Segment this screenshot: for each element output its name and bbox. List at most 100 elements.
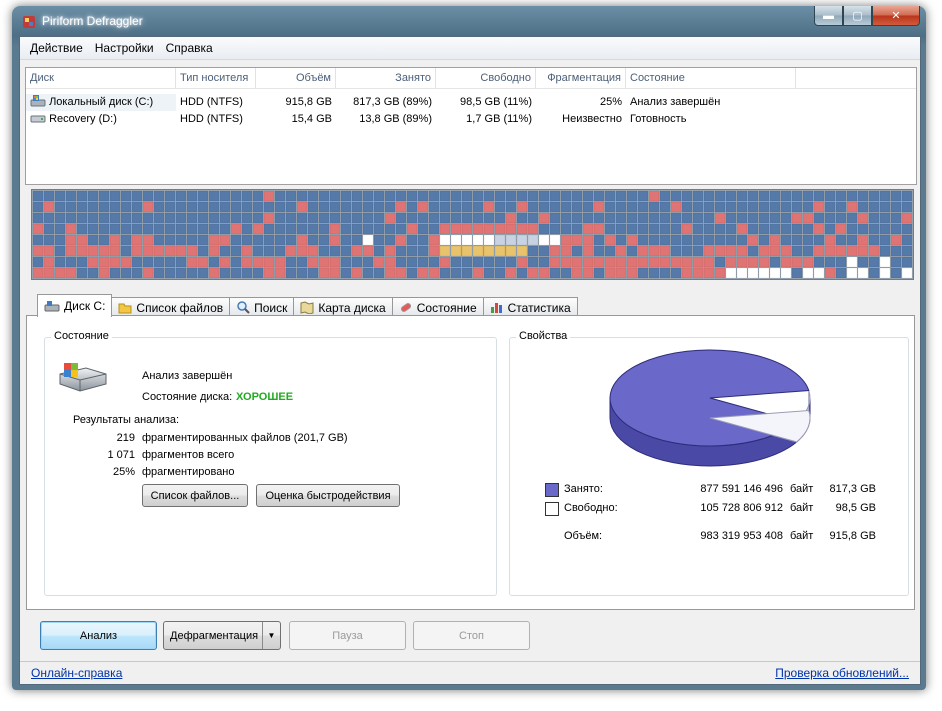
- tab-file-list[interactable]: Список файлов: [111, 297, 231, 317]
- disk-cluster-block: [659, 190, 671, 202]
- drive-list[interactable]: Диск Тип носителя Объём Занято Свободно …: [25, 67, 917, 185]
- disk-cluster-block: [65, 223, 77, 235]
- disk-cluster-block: [307, 212, 319, 224]
- disk-cluster-block: [263, 234, 275, 246]
- disk-cluster-block: [703, 212, 715, 224]
- tab-statistics[interactable]: Статистика: [482, 297, 578, 317]
- disk-cluster-block: [175, 256, 187, 268]
- disk-cluster-block: [593, 201, 605, 213]
- disk-cluster-block: [54, 201, 66, 213]
- online-help-link[interactable]: Онлайн-справка: [31, 666, 122, 680]
- disk-cluster-block: [76, 245, 88, 257]
- disk-cluster-block: [219, 190, 231, 202]
- col-disk[interactable]: Диск: [26, 68, 176, 88]
- disk-cluster-block: [219, 234, 231, 246]
- disk-cluster-block: [351, 267, 363, 279]
- disk-cluster-block: [813, 201, 825, 213]
- col-free[interactable]: Свободно: [436, 68, 536, 88]
- col-used[interactable]: Занято: [336, 68, 436, 88]
- disk-cluster-block: [637, 256, 649, 268]
- disk-cluster-block: [318, 201, 330, 213]
- disk-cluster-block: [230, 201, 242, 213]
- disk-cluster-block: [296, 234, 308, 246]
- disk-cluster-map[interactable]: [31, 189, 914, 280]
- client-area: Действие Настройки Справка Диск Тип носи…: [19, 36, 921, 685]
- disk-cluster-block: [318, 223, 330, 235]
- disk-cluster-block: [197, 223, 209, 235]
- disk-cluster-block: [615, 245, 627, 257]
- free-bytes: 105 728 806 912: [700, 502, 783, 514]
- disk-cluster-block: [307, 201, 319, 213]
- disk-cluster-block: [516, 267, 528, 279]
- menu-action[interactable]: Действие: [24, 39, 89, 57]
- disk-cluster-block: [615, 212, 627, 224]
- tab-disk-map[interactable]: Карта диска: [293, 297, 393, 317]
- disk-cluster-block: [802, 234, 814, 246]
- stop-button[interactable]: Стоп: [413, 621, 530, 650]
- disk-cluster-block: [780, 201, 792, 213]
- check-updates-link[interactable]: Проверка обновлений...: [775, 666, 909, 680]
- disk-cluster-block: [208, 201, 220, 213]
- title-bar[interactable]: Piriform Defraggler ▬ ▢ ✕: [12, 6, 926, 36]
- maximize-button[interactable]: ▢: [843, 6, 872, 26]
- disk-cluster-block: [637, 234, 649, 246]
- disk-cluster-block: [164, 234, 176, 246]
- tab-health[interactable]: Состояние: [391, 297, 484, 317]
- col-size[interactable]: Объём: [256, 68, 336, 88]
- disk-cluster-block: [395, 256, 407, 268]
- disk-cluster-block: [791, 212, 803, 224]
- disk-cluster-block: [527, 201, 539, 213]
- disk-cluster-block: [857, 234, 869, 246]
- benchmark-button[interactable]: Оценка быстродействия: [256, 484, 400, 507]
- disk-cluster-block: [208, 223, 220, 235]
- disk-cluster-block: [164, 267, 176, 279]
- file-list-button[interactable]: Список файлов...: [142, 484, 248, 507]
- drive-state: Анализ завершён: [630, 96, 721, 108]
- disk-cluster-block: [351, 190, 363, 202]
- drive-row-d[interactable]: Recovery (D:) HDD (NTFS) 15,4 GB 13,8 GB…: [26, 111, 916, 128]
- disk-cluster-block: [659, 223, 671, 235]
- disk-cluster-block: [395, 234, 407, 246]
- disk-cluster-block: [32, 256, 44, 268]
- disk-cluster-block: [175, 190, 187, 202]
- disk-cluster-block: [593, 190, 605, 202]
- menu-help[interactable]: Справка: [160, 39, 219, 57]
- disk-cluster-block: [362, 267, 374, 279]
- disk-cluster-block: [263, 256, 275, 268]
- disk-cluster-block: [428, 223, 440, 235]
- disk-cluster-block: [175, 267, 187, 279]
- disk-cluster-block: [252, 245, 264, 257]
- disk-cluster-block: [109, 201, 121, 213]
- pause-button[interactable]: Пауза: [289, 621, 406, 650]
- disk-cluster-block: [329, 212, 341, 224]
- defrag-button[interactable]: Дефрагментация ▼: [163, 621, 281, 650]
- menu-settings[interactable]: Настройки: [89, 39, 160, 57]
- defrag-dropdown-arrow[interactable]: ▼: [262, 622, 280, 649]
- disk-cluster-block: [571, 201, 583, 213]
- disk-cluster-block: [197, 256, 209, 268]
- disk-cluster-block: [890, 190, 902, 202]
- disk-cluster-block: [483, 223, 495, 235]
- analyze-button[interactable]: Анализ: [40, 621, 157, 650]
- col-media-type[interactable]: Тип носителя: [176, 68, 256, 88]
- col-state[interactable]: Состояние: [626, 68, 796, 88]
- disk-cluster-block: [758, 267, 770, 279]
- disk-cluster-block: [362, 234, 374, 246]
- result-text: фрагментированных файлов (201,7 GB): [142, 432, 348, 444]
- tab-search[interactable]: Поиск: [229, 297, 295, 317]
- close-button[interactable]: ✕: [872, 6, 920, 26]
- drive-row-c[interactable]: Локальный диск (C:) HDD (NTFS) 915,8 GB …: [26, 94, 916, 111]
- disk-cluster-block: [164, 223, 176, 235]
- disk-cluster-block: [241, 267, 253, 279]
- tab-drive-c[interactable]: Диск C:: [37, 294, 113, 317]
- disk-cluster-block: [505, 234, 517, 246]
- disk-cluster-block: [307, 245, 319, 257]
- minimize-button[interactable]: ▬: [814, 6, 843, 26]
- disk-cluster-block: [340, 223, 352, 235]
- disk-cluster-block: [175, 212, 187, 224]
- col-fragmentation[interactable]: Фрагментация: [536, 68, 626, 88]
- disk-cluster-block: [769, 267, 781, 279]
- disk-cluster-block: [230, 234, 242, 246]
- disk-cluster-block: [637, 245, 649, 257]
- disk-cluster-block: [164, 190, 176, 202]
